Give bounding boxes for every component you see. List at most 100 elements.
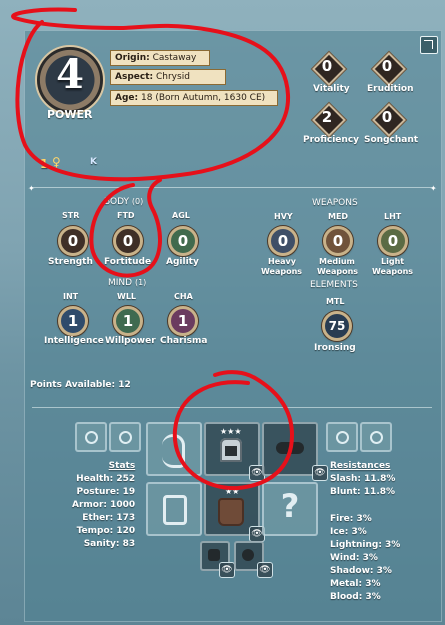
agl-value: 0 — [168, 226, 198, 256]
mtl-abbr: MTL — [326, 297, 345, 306]
stat-posture: Posture: 19 — [76, 487, 136, 497]
mtl-value: 75 — [322, 311, 352, 341]
res-lightning: Lightning: 3% — [330, 540, 401, 550]
chest-stars: ★★ — [225, 487, 240, 496]
eye-icon-legs[interactable]: 👁 — [219, 562, 235, 578]
aspect-row: Aspect: Chrysid — [110, 69, 226, 85]
points-available: Points Available: 12 — [30, 380, 131, 390]
stats-title: Stats — [108, 461, 136, 471]
ear-icon — [162, 434, 185, 468]
mind-title: MIND (1) — [108, 278, 147, 288]
res-ice: Ice: 3% — [330, 527, 367, 537]
stat-sanity: Sanity: 83 — [83, 539, 136, 549]
res-blunt: Blunt: 11.8% — [330, 487, 396, 497]
slot-ear[interactable] — [146, 422, 202, 476]
age-label: Age: — [115, 93, 139, 103]
separator-right-ornament: ✦ — [430, 184, 437, 193]
ring-icon — [370, 431, 383, 444]
songchant-value: 0 — [381, 108, 393, 126]
lht-abbr: LHT — [384, 212, 402, 221]
slot-accessory-3[interactable] — [326, 422, 358, 452]
slot-unknown[interactable]: ? — [262, 482, 318, 536]
res-blood: Blood: 3% — [330, 592, 381, 602]
currency-icon: ♀ — [52, 155, 61, 169]
ftd-label: Fortitude — [104, 257, 152, 267]
vitality-value: 0 — [321, 57, 333, 75]
power-medallion: 4 — [35, 45, 105, 115]
slot-accessory-4[interactable] — [360, 422, 392, 452]
stat-ether: Ether: 173 — [82, 513, 136, 523]
weapons-title: WEAPONS — [312, 198, 358, 208]
wll-value: 1 — [113, 306, 143, 336]
songchant-label: Songchant — [364, 135, 419, 145]
agl-label: Agility — [166, 257, 199, 267]
med-label1: Medium — [319, 257, 355, 266]
int-value: 1 — [58, 306, 88, 336]
expand-icon — [424, 40, 433, 49]
points-available-label: Points Available: — [30, 380, 116, 390]
proficiency-label: Proficiency — [303, 135, 360, 145]
resistances-title: Resistances — [330, 461, 391, 471]
origin-label: Origin: — [115, 53, 150, 63]
aspect-label: Aspect: — [115, 72, 154, 82]
ring-icon — [336, 431, 349, 444]
lht-label1: Light — [381, 257, 405, 266]
stats-list: Stats Health: 252 Posture: 19 Armor: 100… — [72, 460, 135, 551]
cha-value: 1 — [168, 306, 198, 336]
power-value: 4 — [56, 51, 84, 98]
power-label: POWER — [47, 108, 93, 121]
currency-amount: 1 — [40, 157, 49, 171]
helmet-icon — [220, 438, 242, 462]
res-fire: Fire: 3% — [330, 514, 372, 524]
hvy-label1: Heavy — [268, 257, 296, 266]
origin-value: Castaway — [152, 53, 197, 63]
body-title: BODY (0) — [104, 197, 144, 207]
expand-button[interactable] — [420, 36, 438, 54]
stat-armor: Armor: 1000 — [72, 500, 136, 510]
stat-tempo: Tempo: 120 — [76, 526, 136, 536]
origin-row: Origin: Castaway — [110, 50, 210, 66]
int-abbr: INT — [63, 292, 79, 301]
res-metal: Metal: 3% — [330, 579, 381, 589]
lht-label2: Weapons — [372, 267, 414, 276]
lht-value: 0 — [378, 226, 408, 256]
elements-title: ELEMENTS — [310, 280, 358, 290]
slot-gloves[interactable] — [146, 482, 202, 536]
slot-accessory-1[interactable] — [75, 422, 107, 452]
beard-icon — [242, 549, 254, 561]
leg-armor-icon — [208, 549, 220, 561]
resistances-list: Resistances Slash: 11.8% Blunt: 11.8% Fi… — [330, 460, 400, 604]
question-icon: ? — [280, 487, 300, 525]
cha-label: Charisma — [160, 336, 208, 346]
head-stars: ★★★ — [220, 427, 242, 436]
eye-icon-face[interactable]: 👁 — [312, 465, 328, 481]
ftd-value: 0 — [113, 226, 143, 256]
res-slash: Slash: 11.8% — [330, 474, 396, 484]
erudition-label: Erudition — [367, 84, 414, 94]
ring-icon — [85, 431, 98, 444]
str-value: 0 — [58, 226, 88, 256]
wll-abbr: WLL — [117, 292, 137, 301]
age-value: 18 (Born Autumn, 1630 CE) — [141, 93, 266, 103]
slot-accessory-2[interactable] — [109, 422, 141, 452]
wll-label: Willpower — [105, 336, 156, 346]
mtl-label: Ironsing — [314, 343, 356, 353]
int-label: Intelligence — [44, 336, 104, 346]
hvy-abbr: HVY — [274, 212, 293, 221]
goggles-icon — [276, 442, 304, 454]
cha-abbr: CHA — [174, 292, 193, 301]
ftd-abbr: FTD — [117, 211, 135, 220]
currency-rhs: K — [90, 157, 97, 167]
separator-left-ornament: ✦ — [28, 184, 35, 193]
eye-icon-beard[interactable]: 👁 — [257, 562, 273, 578]
slot-face[interactable] — [262, 422, 318, 476]
str-abbr: STR — [62, 211, 80, 220]
med-label2: Weapons — [317, 267, 359, 276]
med-value: 0 — [323, 226, 353, 256]
vitality-label: Vitality — [313, 84, 350, 94]
aspect-value: Chrysid — [155, 72, 190, 82]
stat-health: Health: 252 — [76, 474, 136, 484]
str-label: Strength — [48, 257, 93, 267]
chest-armor-icon — [218, 498, 244, 526]
erudition-value: 0 — [381, 57, 393, 75]
